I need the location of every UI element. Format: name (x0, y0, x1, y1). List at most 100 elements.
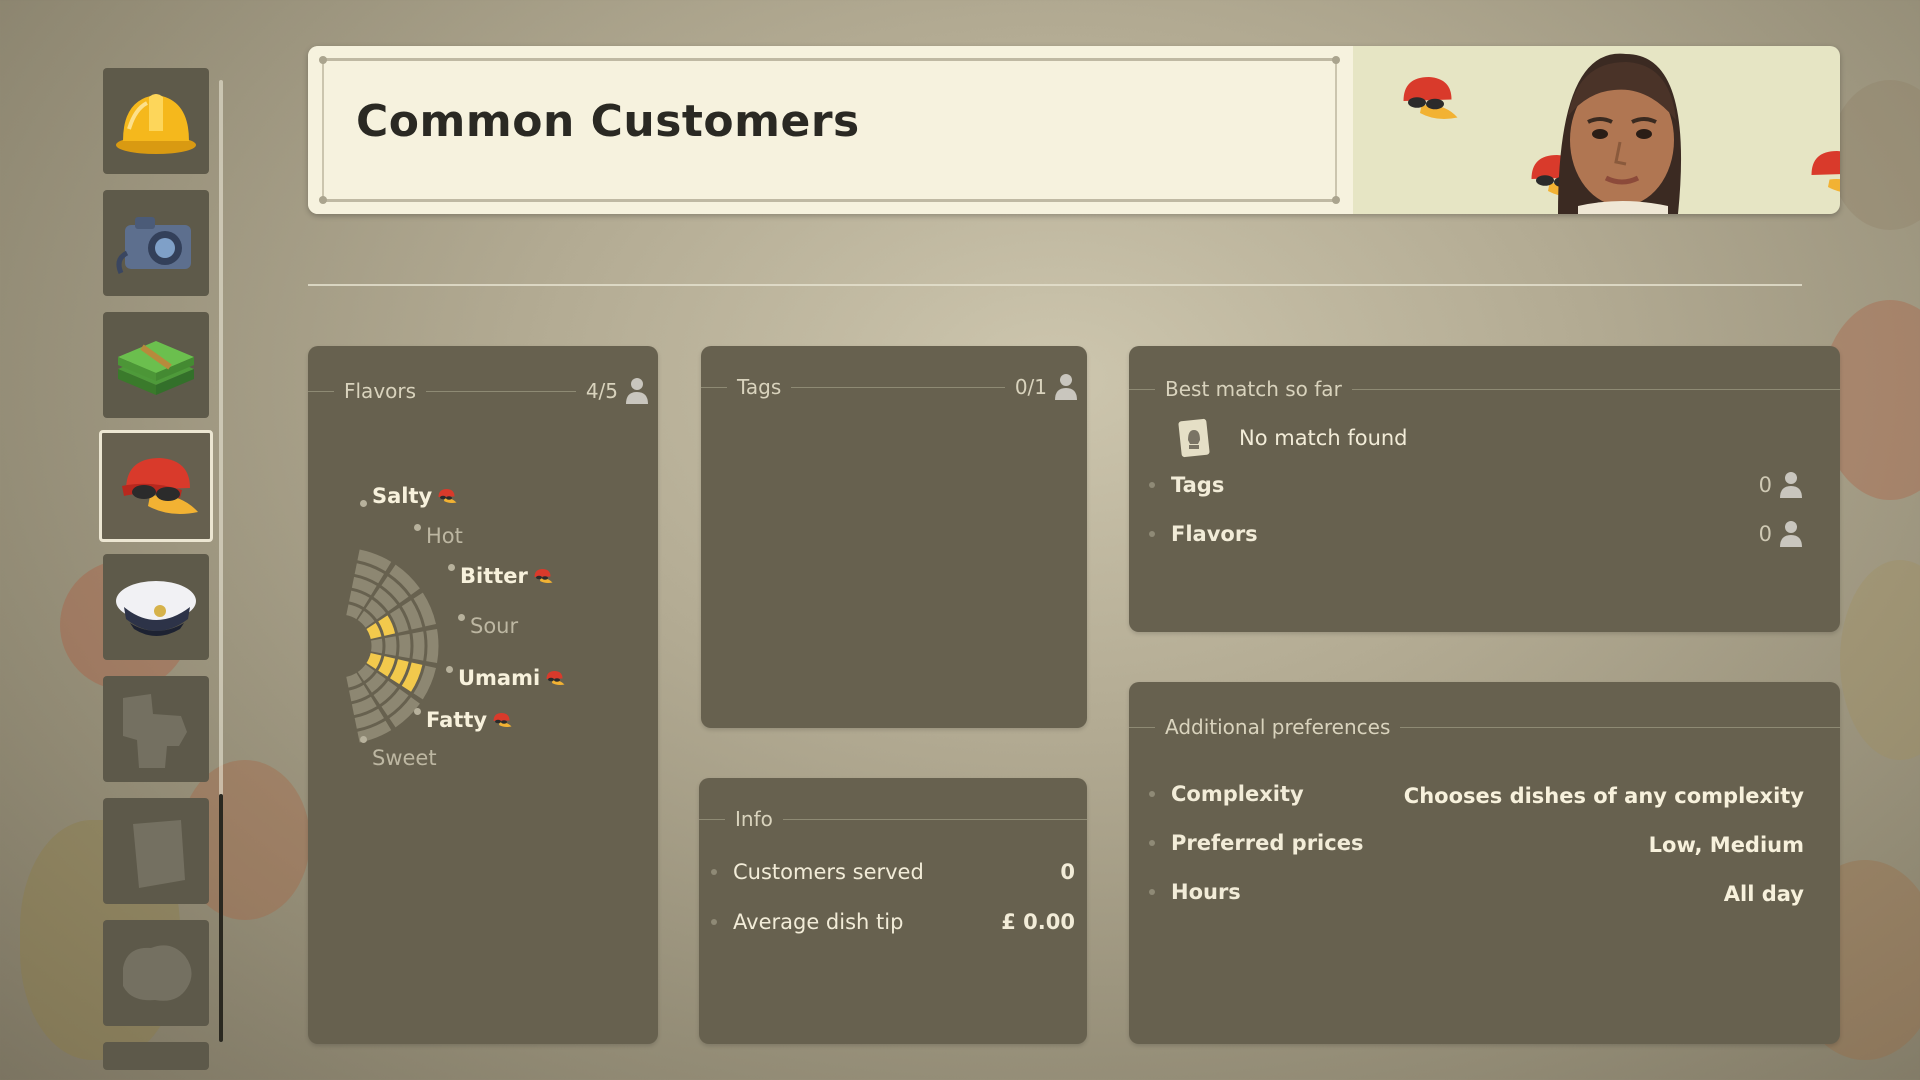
best-match-result-text: No match found (1239, 426, 1408, 450)
flavor-marker (414, 708, 421, 715)
recipe-card-icon (1178, 418, 1210, 458)
flavor-label-text: Umami (458, 666, 541, 690)
red-cap-icon (534, 569, 553, 583)
best-match-panel-header: Best match so far (1129, 374, 1840, 404)
flavors-count: 4/5 (585, 379, 618, 403)
info-value: 0 (1060, 860, 1075, 884)
preference-label: Complexity (1171, 782, 1304, 806)
info-label: Average dish tip (733, 910, 904, 934)
info-panel: Info Customers served 0 Average dish tip… (699, 778, 1087, 1044)
captain-hat-icon (116, 581, 196, 636)
preference-value: Chooses dishes of any complexity (1403, 784, 1804, 808)
flavor-wheel-cell (346, 604, 363, 620)
preference-value: Low, Medium (1648, 833, 1804, 857)
sidebar-item-hard-hat[interactable] (103, 68, 209, 174)
sidebar-item-cash[interactable] (103, 312, 209, 418)
preferences-heading: Additional preferences (1165, 715, 1391, 739)
banner-title-area: Common Customers (308, 46, 1353, 214)
hard-hat-icon (116, 94, 196, 154)
flavor-wheel-cell (384, 636, 397, 656)
preference-value: All day (1723, 882, 1804, 906)
tags-panel: Tags 0/1 (701, 346, 1087, 728)
preference-label: Preferred prices (1171, 831, 1364, 855)
flavor-wheel-cell (378, 656, 396, 677)
background-decoration (1840, 560, 1920, 760)
best-match-result: No match found (1177, 418, 1408, 458)
sidebar-item-camera[interactable] (103, 190, 209, 296)
flavor-wheel-cell (426, 629, 439, 663)
info-row-customers-served: Customers served 0 (711, 860, 1075, 884)
info-row-average-tip: Average dish tip £ 0.00 (711, 910, 1075, 934)
best-match-value: 0 (1758, 473, 1772, 497)
sidebar-item-locked[interactable] (103, 920, 209, 1026)
sidebar-scrollbar-thumb[interactable] (219, 794, 223, 1042)
red-cap-icon (122, 458, 198, 514)
flavor-label-text: Bitter (460, 564, 528, 588)
flavors-panel-header: Flavors 4/5 (308, 376, 658, 406)
best-match-value: 0 (1758, 522, 1772, 546)
flavor-label-text: Hot (426, 524, 463, 548)
locked-silhouette-icon (123, 694, 187, 768)
cash-stack-icon (118, 341, 194, 395)
flavor-wheel-cell (371, 638, 383, 654)
red-cap-icon (1403, 77, 1458, 119)
best-match-heading: Best match so far (1165, 377, 1342, 401)
flavor-sour: Sour (470, 614, 518, 638)
page-title: Common Customers (356, 96, 860, 147)
red-cap-icon (438, 489, 457, 503)
flavor-label-text: Sour (470, 614, 519, 638)
flavor-marker (360, 500, 367, 507)
customer-category-sidebar (99, 64, 223, 1080)
header-divider (308, 284, 1802, 286)
preference-label: Hours (1171, 880, 1241, 904)
flavor-marker (414, 524, 421, 531)
sidebar-item-captain-hat[interactable] (103, 554, 209, 660)
preferences-panel: Additional preferences Complexity Choose… (1129, 682, 1840, 1044)
best-match-label: Flavors (1171, 522, 1258, 546)
flavors-panel: Flavors 4/5 Salty Hot Bitter Sour Umami Fatty… (308, 346, 658, 1044)
info-value: £ 0.00 (1001, 910, 1075, 934)
locked-silhouette-icon (123, 945, 192, 1001)
flavor-hot: Hot (426, 524, 463, 548)
info-heading: Info (735, 807, 773, 831)
person-icon (1055, 374, 1077, 400)
flavor-sweet: Sweet (372, 746, 437, 770)
flavor-label-text: Sweet (372, 746, 437, 770)
background-decoration (1830, 80, 1920, 230)
flavor-bitter: Bitter (460, 564, 554, 588)
preferences-panel-header: Additional preferences (1129, 712, 1840, 742)
best-match-row-flavors: Flavors 0 (1149, 519, 1804, 549)
flavor-label-text: Fatty (426, 708, 488, 732)
person-icon (1780, 521, 1802, 547)
flavor-wheel-cell (366, 653, 382, 670)
flavor-wheel (346, 549, 439, 743)
header-banner: Common Customers (308, 46, 1840, 214)
red-cap-icon (546, 671, 565, 685)
sidebar-item-red-cap[interactable] (99, 430, 213, 542)
person-icon (626, 378, 648, 404)
info-panel-header: Info (699, 804, 1087, 834)
flavor-wheel-cell (349, 590, 370, 608)
tags-panel-header: Tags 0/1 (701, 372, 1087, 402)
flavor-wheel-cell (398, 633, 411, 659)
best-match-panel: Best match so far No match found Tags 0 … (1129, 346, 1840, 632)
flavor-label-text: Salty (372, 484, 433, 508)
flavor-fatty: Fatty (426, 708, 513, 732)
flavor-marker (360, 736, 367, 743)
sidebar-item-locked[interactable] (103, 676, 209, 782)
flavor-wheel-cell (349, 684, 370, 702)
camera-icon (116, 217, 191, 274)
flavors-heading: Flavors (344, 379, 417, 403)
best-match-row-tags: Tags 0 (1149, 470, 1804, 500)
sidebar-item-locked[interactable] (103, 798, 209, 904)
flavor-wheel-cell (412, 631, 425, 661)
flavor-salty: Salty (372, 484, 458, 508)
preference-row-hours: Hours (1149, 880, 1241, 904)
flavor-marker (446, 666, 453, 673)
red-cap-icon (1811, 151, 1840, 192)
locked-silhouette-icon (133, 820, 185, 888)
flavor-marker (448, 564, 455, 571)
sidebar-item-locked[interactable] (103, 1042, 209, 1070)
preference-row-complexity: Complexity (1149, 782, 1304, 806)
preference-row-prices: Preferred prices (1149, 831, 1363, 855)
